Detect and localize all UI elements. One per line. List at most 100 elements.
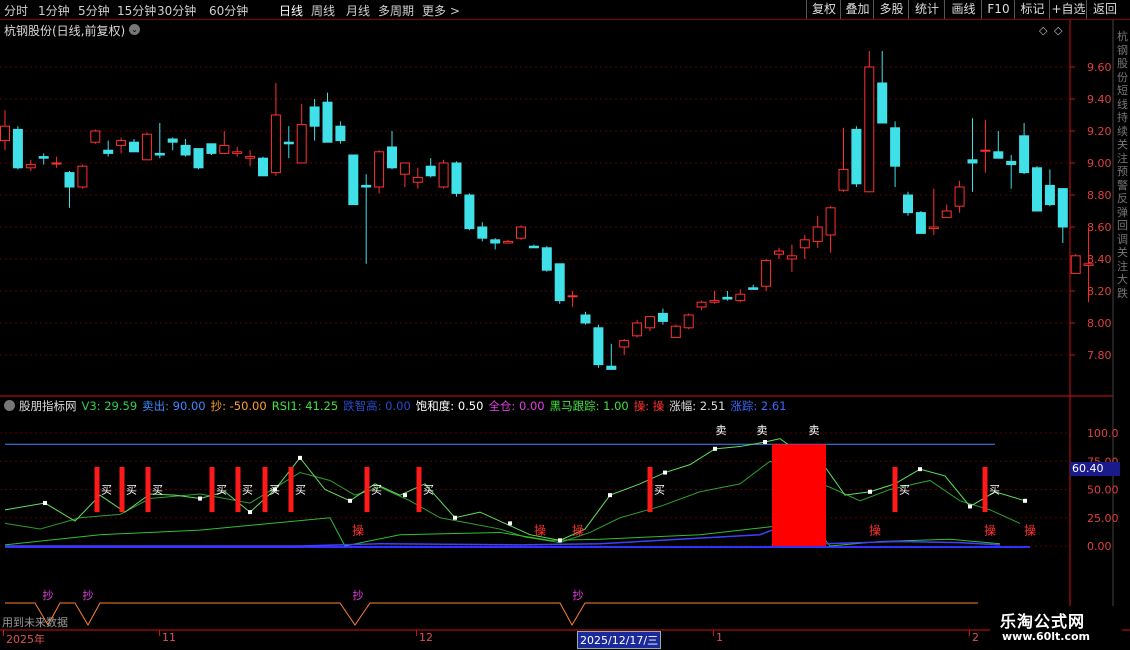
toolbar-button-4[interactable]: 画线	[944, 0, 982, 19]
candle-body	[1070, 255, 1081, 274]
toolbar-button-3[interactable]: 统计	[908, 0, 945, 19]
toolbar-button-8[interactable]: 返回	[1086, 0, 1123, 19]
indicator-value-5: 跌智高: 0.00	[343, 399, 411, 413]
candle-body	[503, 240, 514, 244]
toolbar-button-0[interactable]: 复权	[806, 0, 841, 19]
date-label: 2	[972, 631, 979, 644]
period-7[interactable]: 周线	[311, 2, 335, 19]
candle-body	[799, 239, 810, 249]
buy-signal-bar	[262, 466, 268, 513]
candle-body	[490, 239, 501, 244]
candle-body	[774, 250, 784, 255]
sell-zone-block	[772, 444, 826, 546]
rsi-dot	[198, 496, 202, 501]
buy-signal-label: 买	[899, 484, 910, 497]
rsi-dot	[968, 504, 972, 509]
period-toolbar: 分时 1分钟 5分钟 15分钟 30分钟 60分钟 日线 周线 月线 多周期 更多 > 复权 叠加 多股统…	[0, 0, 1130, 20]
buy-signal-label: 买	[242, 484, 253, 497]
candle-body	[322, 101, 333, 143]
candle-body	[374, 151, 385, 188]
buy-signal-bar	[288, 466, 294, 513]
indicator-collapse-icon[interactable]	[4, 400, 15, 411]
candle-body	[77, 165, 88, 188]
candle-body	[670, 325, 681, 338]
ind-axis-label: 25.00	[1087, 512, 1119, 525]
candle-body	[580, 314, 591, 324]
buy-signal-bar	[647, 466, 653, 513]
indicator-value-8: 黑马跟踪: 1.00	[549, 399, 629, 413]
rsi-dot	[348, 498, 352, 503]
toolbar-button-5[interactable]: F10	[981, 0, 1015, 19]
period-9[interactable]: 多周期	[378, 2, 414, 19]
future-data-note: 用到未来数据	[2, 616, 68, 629]
buy-signal-label: 买	[269, 484, 280, 497]
candle-body	[1019, 135, 1030, 174]
price-label: 8.80	[1087, 189, 1112, 202]
period-5[interactable]: 60分钟	[209, 2, 248, 19]
candle-body	[928, 226, 939, 230]
toolbar-button-2[interactable]: 多股	[873, 0, 909, 19]
date-label: 1	[716, 631, 723, 644]
candle-body	[309, 106, 320, 127]
date-axis: 2025年 11 12 1 2	[0, 630, 1130, 650]
candle-body	[567, 295, 578, 298]
date-tick	[159, 630, 160, 636]
candle-body	[451, 162, 462, 194]
period-2[interactable]: 5分钟	[78, 2, 110, 19]
period-6[interactable]: 日线	[279, 2, 303, 19]
candle-body	[180, 144, 191, 156]
price-label: 9.60	[1087, 61, 1112, 74]
toolbar-button-1[interactable]: 叠加	[840, 0, 874, 19]
cao-signal-label: 操	[352, 523, 364, 538]
candle-body	[399, 162, 410, 175]
date-label: 11	[162, 631, 176, 644]
candle-body	[903, 194, 913, 214]
candle-body	[722, 296, 733, 300]
rsi-dot	[713, 446, 717, 451]
period-10[interactable]: 更多 >	[422, 2, 460, 19]
buy-signal-bar	[364, 466, 370, 513]
period-4[interactable]: 30分钟	[157, 2, 196, 19]
toolbar-button-6[interactable]: 标记	[1014, 0, 1050, 19]
indicator-value-3: 抄: -50.00	[210, 399, 267, 413]
candle-body	[103, 149, 114, 154]
candle-body	[361, 184, 372, 188]
indicator-value-6: 饱和度: 0.50	[415, 399, 484, 413]
price-axis-marker-a: ◇	[1039, 24, 1048, 37]
candle-body	[825, 207, 836, 236]
period-3[interactable]: 15分钟	[117, 2, 156, 19]
rsi-dot	[403, 493, 407, 498]
buy-signal-label: 买	[654, 484, 665, 497]
candle-body	[335, 125, 346, 142]
candle-body	[1057, 188, 1068, 228]
candle-body	[709, 300, 720, 303]
candle-body	[915, 212, 926, 234]
candle-body	[477, 226, 488, 239]
candle-body	[412, 176, 423, 183]
rsi-dot	[918, 467, 922, 472]
candle-body	[25, 164, 36, 169]
buy-signal-bar	[119, 466, 125, 513]
date-label: 2025年	[6, 633, 45, 646]
indicator-value-11: 涨踪: 2.61	[730, 399, 787, 413]
candle-body	[0, 125, 10, 142]
candle-body	[245, 156, 256, 159]
period-1[interactable]: 1分钟	[38, 2, 70, 19]
rsi-dot	[453, 515, 457, 520]
period-8[interactable]: 月线	[346, 2, 370, 19]
date-tick	[3, 630, 4, 636]
candle-body	[528, 245, 539, 249]
cao-signal-label: 操	[869, 523, 881, 538]
toolbar-button-7[interactable]: +自选	[1049, 0, 1087, 19]
candle-body	[516, 226, 526, 239]
ind-axis-label: 50.00	[1087, 484, 1119, 497]
rsi-dot	[663, 470, 667, 475]
cao-signal-label: 操	[1024, 523, 1036, 538]
buy-signal-bar	[94, 466, 100, 513]
candle-body	[296, 124, 307, 164]
buy-signal-label: 买	[989, 484, 1000, 497]
buy-signal-label: 买	[295, 484, 306, 497]
chao-signal-label: 抄	[353, 588, 364, 602]
period-0[interactable]: 分时	[4, 2, 28, 19]
price-label: 9.40	[1087, 93, 1112, 106]
